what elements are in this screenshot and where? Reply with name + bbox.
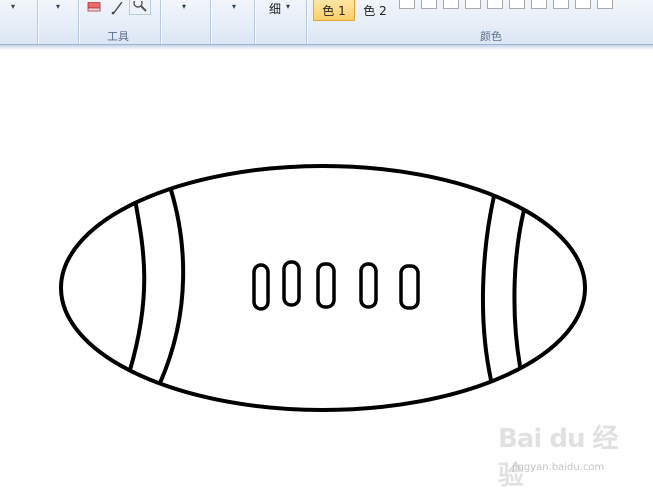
dropdown-arrow-icon[interactable]: ▾: [286, 2, 290, 11]
palette-swatch[interactable]: [465, 0, 481, 9]
lace: [252, 263, 270, 311]
eraser-tool-button[interactable]: [84, 0, 106, 16]
palette-swatch[interactable]: [509, 0, 525, 9]
magnifier-tool-button[interactable]: [129, 0, 151, 15]
left-stripe-inner: [158, 188, 186, 385]
group-separator: [306, 0, 307, 44]
eraser-icon: [87, 1, 101, 12]
ribbon: ▾ ▾ 工具 ▾ ▾ 细 ▾ 色 1 色 2 颜色: [0, 0, 653, 45]
right-stripe-outer: [512, 208, 526, 368]
color1-label: 色 1: [322, 3, 346, 18]
palette-swatch[interactable]: [399, 0, 415, 9]
palette-swatch[interactable]: [553, 0, 569, 9]
watermark-brand: Bai du 经验: [498, 424, 619, 491]
baidu-watermark: Bai du 经验 jingyan.baidu.com: [498, 418, 628, 491]
color-picker-icon: [111, 1, 123, 15]
colors-group-label: 颜色: [480, 30, 502, 43]
group-separator: [160, 0, 161, 44]
magnifier-icon: [133, 0, 147, 12]
color2-label: 色 2: [363, 3, 387, 18]
dropdown-arrow-icon[interactable]: ▾: [56, 2, 60, 11]
group-separator: [37, 0, 38, 44]
watermark-url: jingyan.baidu.com: [512, 462, 605, 473]
lace: [359, 262, 378, 309]
group-separator: [254, 0, 255, 44]
lace: [316, 262, 336, 309]
dropdown-arrow-icon[interactable]: ▾: [232, 2, 236, 11]
right-stripe-inner: [480, 194, 496, 382]
football-outline: [59, 164, 587, 412]
dropdown-arrow-icon[interactable]: ▾: [11, 2, 15, 11]
lace: [282, 260, 301, 307]
palette-swatch[interactable]: [421, 0, 437, 9]
dropdown-arrow-icon[interactable]: ▾: [182, 2, 186, 11]
color2-button[interactable]: 色 2: [357, 0, 393, 20]
palette-swatch[interactable]: [487, 0, 503, 9]
tools-group-label: 工具: [107, 30, 129, 43]
lace: [399, 264, 420, 310]
palette-swatch[interactable]: [597, 0, 613, 9]
color1-button[interactable]: 色 1: [313, 0, 355, 21]
left-stripe-outer: [128, 203, 147, 372]
palette-swatch[interactable]: [443, 0, 459, 9]
palette-swatch[interactable]: [575, 0, 591, 9]
group-separator: [210, 0, 211, 44]
palette-swatch[interactable]: [531, 0, 547, 9]
thickness-dropdown-label[interactable]: 细: [269, 0, 281, 17]
group-separator: [78, 0, 79, 44]
color-picker-tool-button[interactable]: [107, 0, 129, 16]
